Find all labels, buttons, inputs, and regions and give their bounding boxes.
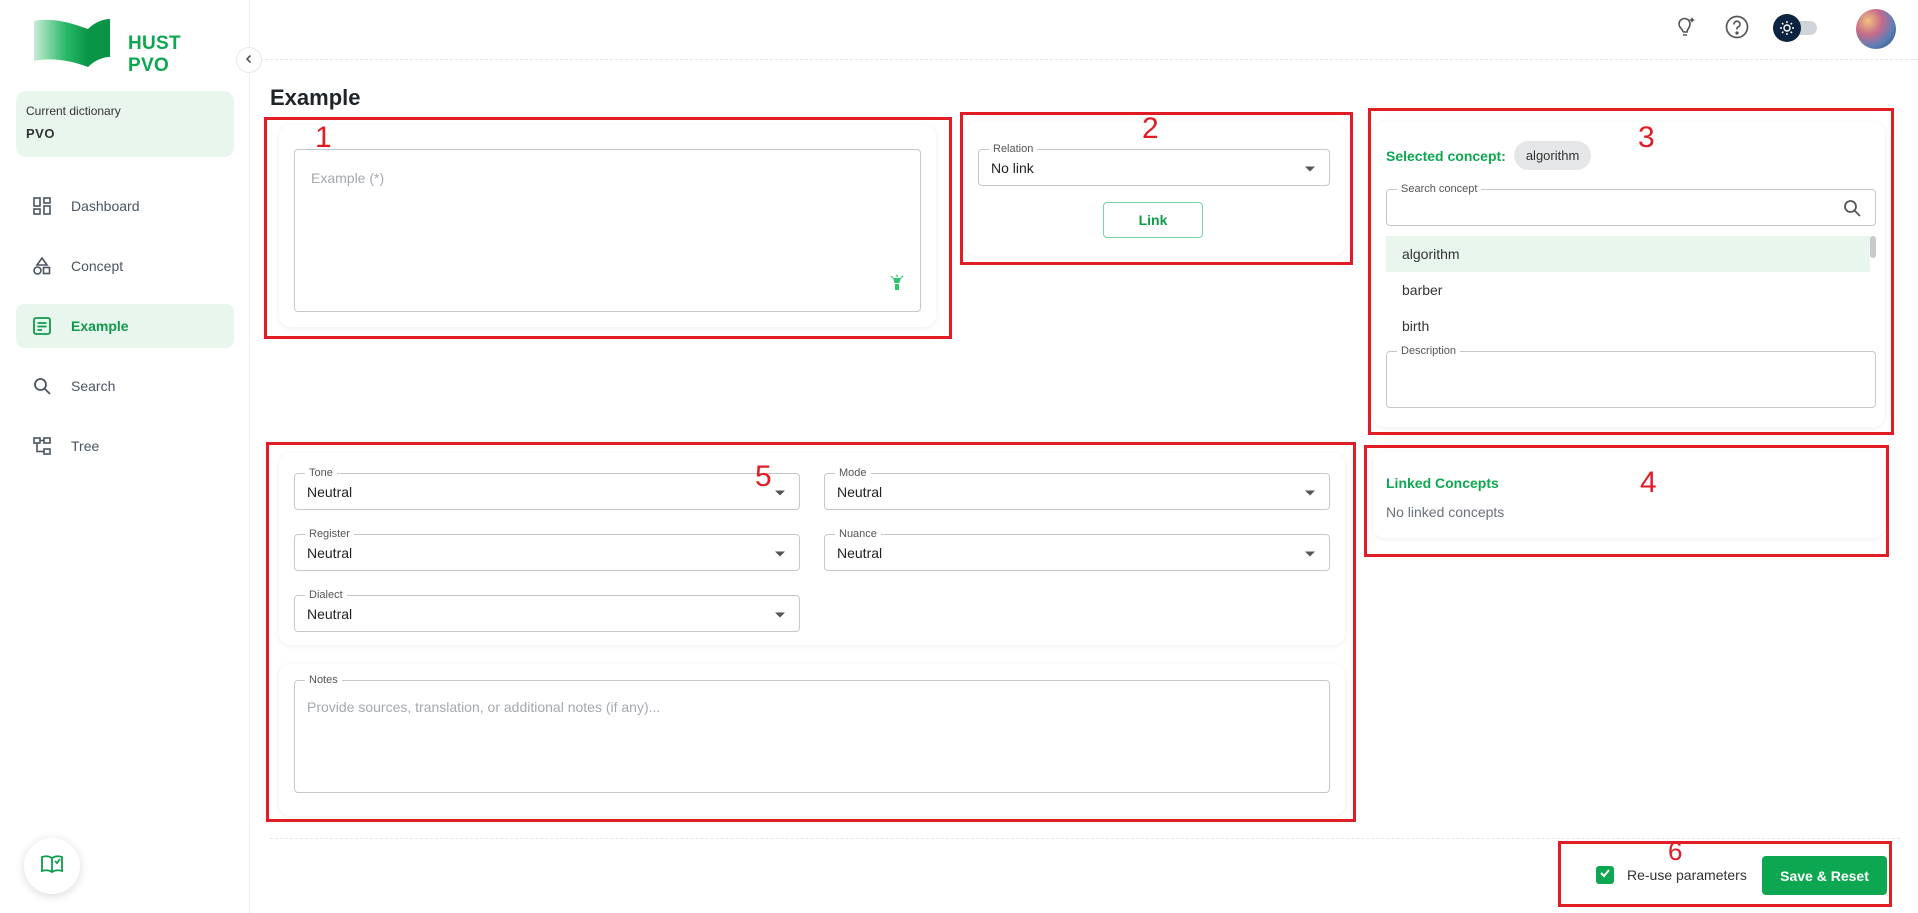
relation-label: Relation (989, 143, 1038, 156)
linked-concepts-card: Linked Concepts No linked concepts (1373, 452, 1885, 538)
search-concept-input[interactable]: Search concept (1386, 183, 1876, 226)
concept-list-scrollbar[interactable] (1870, 236, 1876, 258)
dropdown-arrow-icon (775, 612, 785, 617)
reuse-parameters-checkbox[interactable] (1596, 866, 1614, 884)
avatar[interactable] (1856, 9, 1896, 49)
linked-concepts-empty: No linked concepts (1386, 504, 1505, 520)
nuance-select[interactable]: Nuance Neutral (824, 528, 1330, 571)
sidebar-item-example[interactable]: Example (16, 304, 234, 348)
help-button[interactable] (1722, 14, 1752, 44)
save-reset-button[interactable]: Save & Reset (1762, 856, 1887, 895)
dropdown-arrow-icon (1305, 490, 1315, 495)
selected-concept-chip[interactable]: algorithm (1513, 141, 1592, 170)
notes-label: Notes (305, 674, 342, 687)
list-item[interactable]: algorithm (1386, 236, 1870, 272)
page-title: Example (270, 85, 361, 110)
notes-textarea[interactable]: Notes Provide sources, translation, or a… (294, 674, 1330, 793)
concept-list[interactable]: algorithm barber birth (1386, 236, 1876, 336)
example-placeholder: Example (*) (311, 170, 385, 186)
divider (270, 838, 1900, 839)
description-field[interactable]: Description (1386, 345, 1876, 408)
list-item[interactable]: barber (1386, 272, 1870, 308)
mode-select[interactable]: Mode Neutral (824, 467, 1330, 510)
dialect-select[interactable]: Dialect Neutral (294, 589, 800, 632)
dialect-label: Dialect (305, 589, 347, 602)
reuse-parameters-label[interactable]: Re-use parameters (1627, 867, 1747, 883)
tone-select[interactable]: Tone Neutral (294, 467, 800, 510)
selected-concept-row: Selected concept: algorithm (1386, 141, 1592, 170)
dropdown-arrow-icon (1305, 166, 1315, 171)
description-label: Description (1397, 345, 1461, 358)
sidebar-item-concept[interactable]: Concept (16, 244, 234, 288)
annotation-number-6: 6 (1668, 836, 1683, 866)
nuance-label: Nuance (835, 528, 881, 541)
mode-value: Neutral (837, 483, 883, 500)
sidebar-item-search[interactable]: Search (16, 364, 234, 408)
annotation-number-3: 3 (1638, 121, 1655, 154)
collapse-sidebar-button[interactable] (236, 47, 262, 73)
register-select[interactable]: Register Neutral (294, 528, 800, 571)
annotation-number-5: 5 (755, 460, 772, 493)
sidebar-item-label: Concept (71, 258, 124, 274)
link-button[interactable]: Link (1103, 202, 1203, 238)
dictionary-fab-button[interactable] (24, 838, 80, 894)
dialect-value: Neutral (307, 605, 353, 622)
help-circle-icon (1724, 14, 1750, 45)
list-item[interactable]: birth (1386, 308, 1870, 336)
annotation-number-4: 4 (1640, 466, 1657, 499)
selected-concept-label: Selected concept: (1386, 147, 1506, 164)
app-logo[interactable]: HUST PVO (32, 16, 222, 76)
tone-label: Tone (305, 467, 337, 480)
shapes-icon (32, 256, 52, 276)
sidebar-item-label: Dashboard (71, 198, 140, 214)
parameters-card: Tone Neutral Mode Neutral Register Neutr… (279, 453, 1345, 645)
sidebar-item-label: Example (71, 318, 129, 334)
nuance-value: Neutral (837, 544, 883, 561)
register-value: Neutral (307, 544, 353, 561)
sun-icon (1773, 14, 1801, 42)
open-book-icon (40, 853, 64, 880)
chevron-left-icon (244, 51, 254, 69)
sidebar-item-label: Search (71, 378, 116, 394)
checkmark-icon (1599, 866, 1611, 884)
sidebar-nav: Dashboard Concept Example Search Tree (16, 184, 234, 484)
search-concept-label: Search concept (1397, 183, 1482, 196)
dropdown-arrow-icon (775, 551, 785, 556)
dropdown-arrow-icon (775, 490, 785, 495)
sidebar-item-dashboard[interactable]: Dashboard (16, 184, 234, 228)
example-textarea[interactable]: Example (*) (294, 149, 921, 312)
register-label: Register (305, 528, 354, 541)
sidebar-item-tree[interactable]: Tree (16, 424, 234, 468)
tree-icon (32, 436, 52, 456)
relation-select[interactable]: Relation No link (978, 143, 1330, 186)
note-icon (32, 316, 52, 336)
mode-label: Mode (835, 467, 871, 480)
relation-value: No link (991, 159, 1034, 176)
notes-placeholder: Provide sources, translation, or additio… (307, 699, 661, 715)
lightbulb-icon (1672, 14, 1698, 45)
dropdown-arrow-icon (1305, 551, 1315, 556)
dictionary-label: Current dictionary (26, 104, 121, 118)
sidebar-item-label: Tree (71, 438, 100, 454)
theme-toggle[interactable] (1773, 14, 1819, 42)
app-name: HUST PVO (128, 33, 181, 76)
top-bar (250, 0, 1918, 60)
annotation-number-1: 1 (315, 121, 332, 154)
lightbulb-suggest-icon[interactable] (888, 274, 906, 297)
notes-card: Notes Provide sources, translation, or a… (279, 664, 1345, 816)
dashboard-icon (32, 196, 52, 216)
current-dictionary[interactable]: Current dictionary PVO (16, 91, 234, 157)
dictionary-value: PVO (26, 126, 55, 141)
concept-card: Selected concept: algorithm Search conce… (1373, 122, 1885, 427)
linked-concepts-title: Linked Concepts (1386, 475, 1499, 491)
annotation-number-2: 2 (1142, 112, 1159, 145)
tone-value: Neutral (307, 483, 353, 500)
search-icon[interactable] (1843, 199, 1861, 222)
sidebar: HUST PVO Current dictionary PVO Dashboar… (0, 0, 250, 913)
search-icon (32, 376, 52, 396)
example-card: Example (*) (279, 125, 936, 327)
tips-button[interactable] (1670, 14, 1700, 44)
